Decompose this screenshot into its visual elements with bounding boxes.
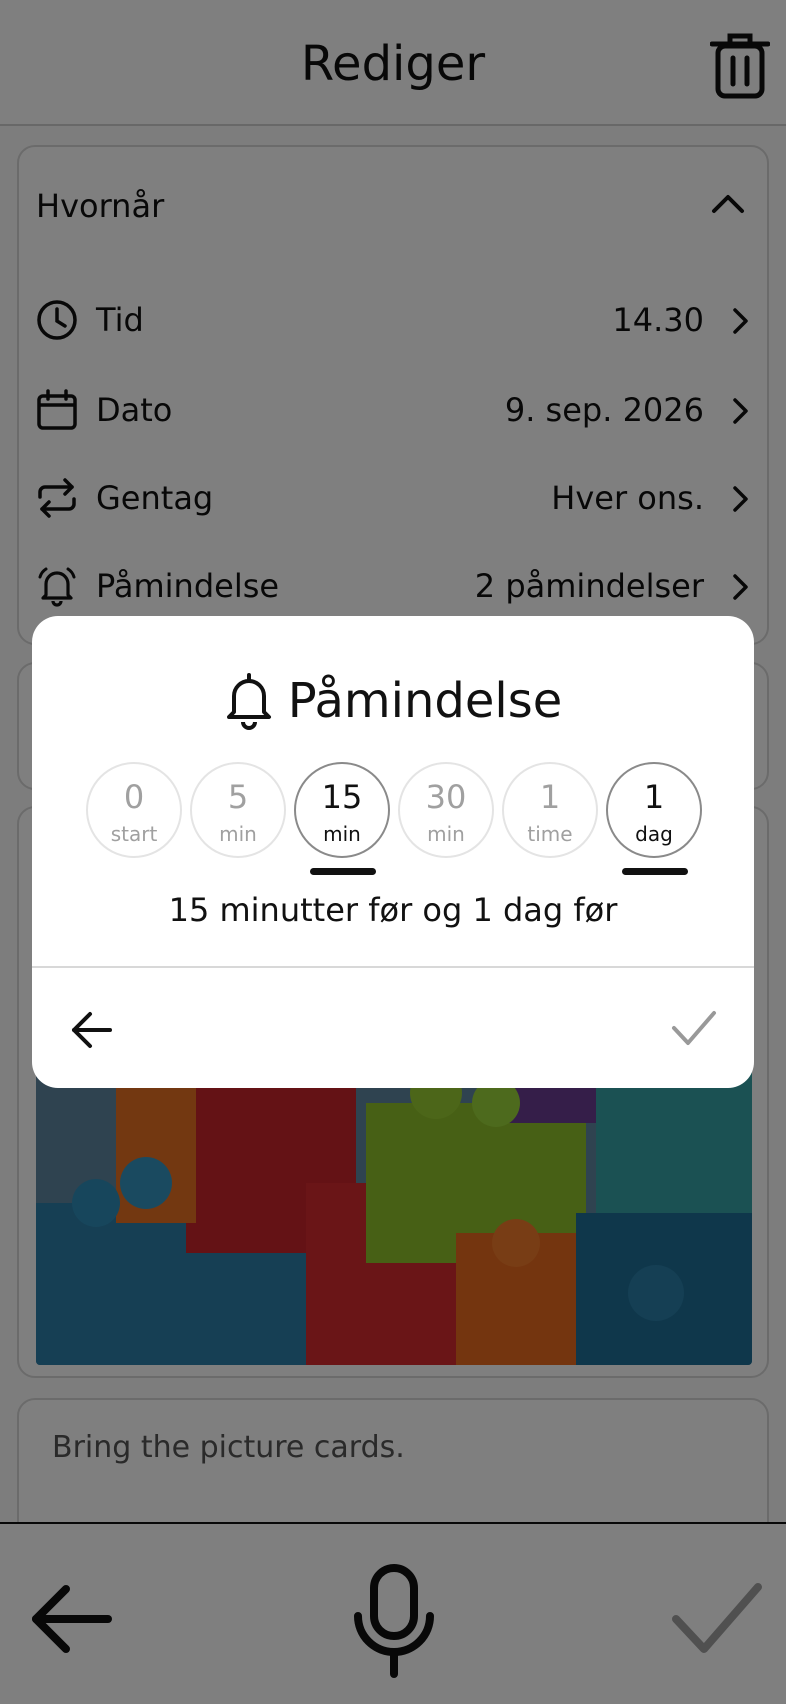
option-unit: min (323, 822, 361, 846)
option-5-min[interactable]: 5 min (190, 762, 286, 858)
dialog-confirm-icon[interactable] (670, 1008, 718, 1048)
option-1-dag[interactable]: 1 dag (606, 762, 702, 875)
bell-icon (226, 673, 271, 730)
option-number: 15 (321, 778, 363, 816)
option-number: 30 (425, 778, 467, 816)
option-number: 1 (539, 778, 561, 816)
dialog-divider (32, 966, 754, 968)
option-0-start[interactable]: 0 start (86, 762, 182, 858)
option-1-time[interactable]: 1 time (502, 762, 598, 858)
edit-screen: Rediger Hvornår Tid 14.30 (0, 0, 786, 1704)
option-unit: start (110, 822, 158, 846)
selected-indicator (310, 868, 376, 875)
option-unit: min (219, 822, 257, 846)
reminder-dialog: Påmindelse 0 start 5 min 15 min 30 min 1 (32, 616, 754, 1088)
option-number: 1 (643, 778, 665, 816)
dialog-header: Påmindelse (32, 672, 754, 742)
option-unit: min (427, 822, 465, 846)
dialog-title: Påmindelse (287, 673, 563, 729)
reminder-options: 0 start 5 min 15 min 30 min 1 time 1 dag (86, 762, 706, 875)
option-unit: dag (635, 822, 673, 846)
option-number: 5 (227, 778, 249, 816)
selected-indicator (622, 868, 688, 875)
reminder-summary: 15 minutter før og 1 dag før (168, 891, 618, 929)
option-30-min[interactable]: 30 min (398, 762, 494, 858)
option-number: 0 (123, 778, 145, 816)
option-unit: time (527, 822, 573, 846)
dialog-back-icon[interactable] (70, 1008, 114, 1052)
option-15-min[interactable]: 15 min (294, 762, 390, 875)
